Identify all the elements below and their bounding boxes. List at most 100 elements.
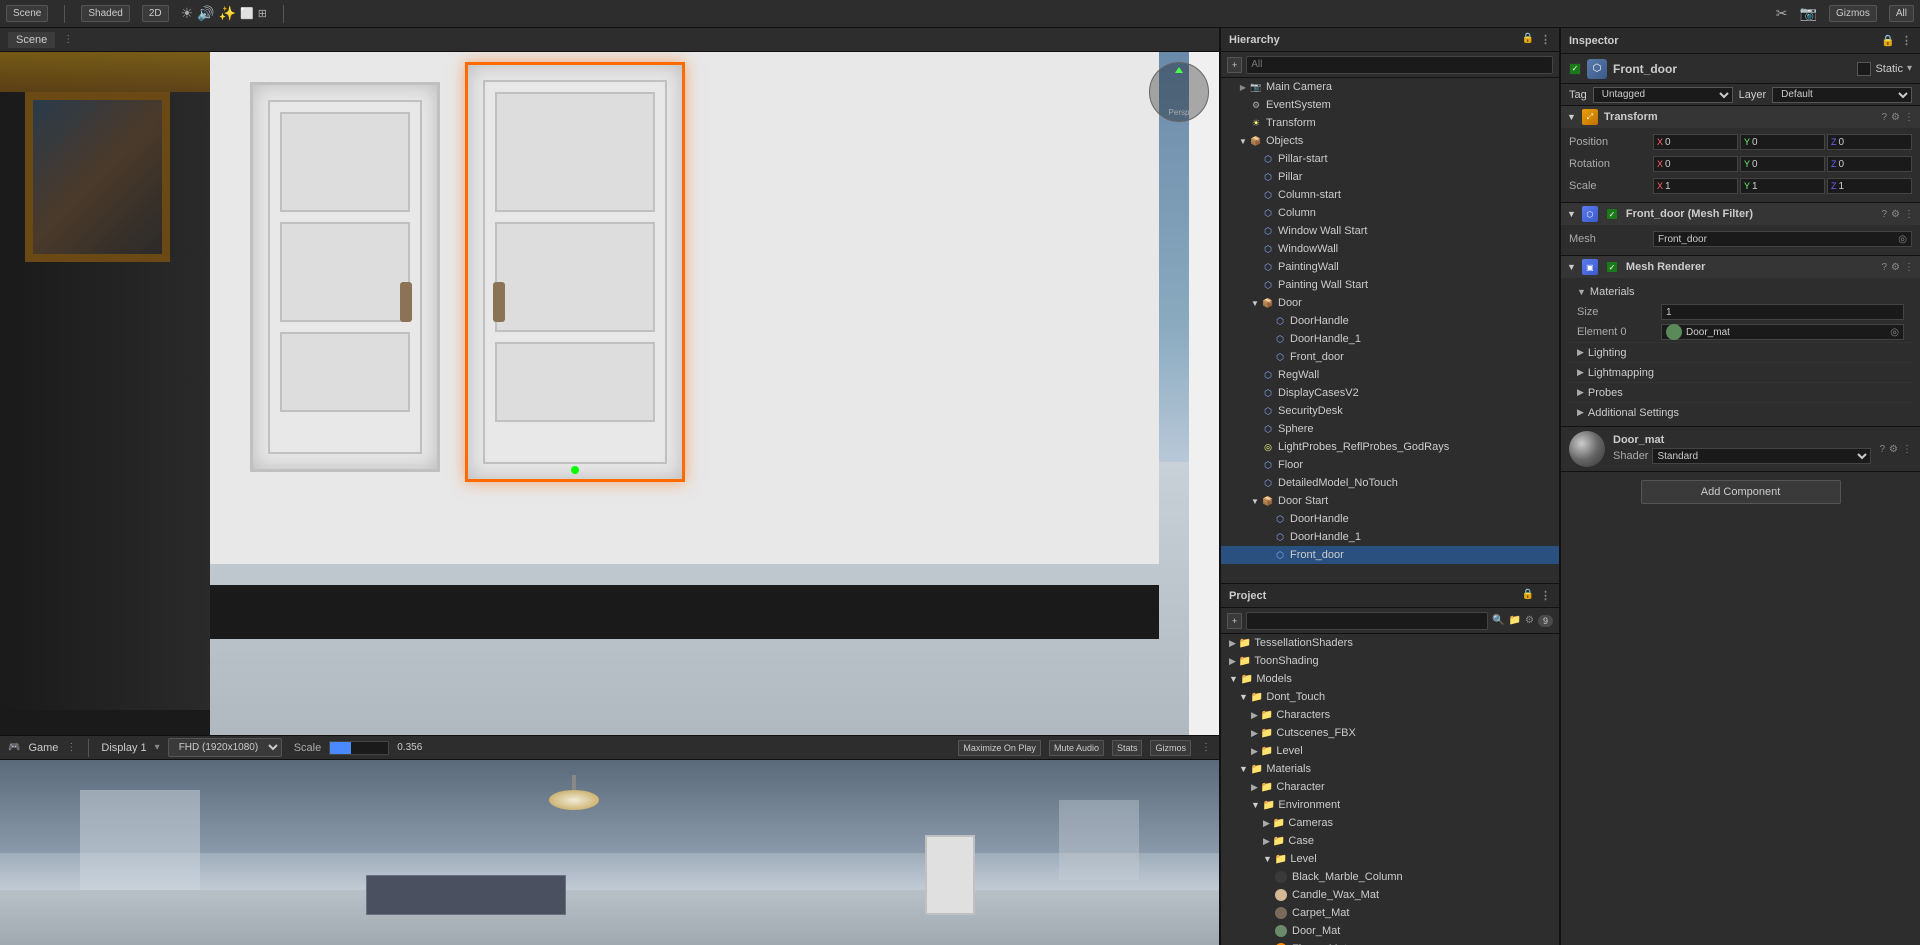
inspector-menu-icon[interactable]: ⋮ [1901, 34, 1912, 47]
hierarchy-content[interactable]: ▶ 📷 Main Camera ⚙ EventSystem ☀ Transfor… [1221, 78, 1559, 583]
lighting-icon[interactable]: ☀ [181, 5, 194, 22]
lighting-section-row[interactable]: ▶ Lighting [1569, 342, 1912, 362]
hierarchy-item-lightprobes[interactable]: ◎ LightProbes_ReflProbes_GodRays [1221, 438, 1559, 456]
gizmos-game-btn[interactable]: Gizmos [1150, 740, 1191, 756]
project-item-toonshading[interactable]: ▶ 📁 ToonShading [1221, 652, 1559, 670]
hierarchy-item-pillar-start[interactable]: ⬡ Pillar-start [1221, 150, 1559, 168]
lightmapping-section-row[interactable]: ▶ Lightmapping [1569, 362, 1912, 382]
materials-section-header[interactable]: ▼ Materials [1569, 282, 1912, 302]
add-component-btn[interactable]: Add Component [1641, 480, 1841, 504]
project-item-dont-touch[interactable]: ▼ 📁 Dont_Touch [1221, 688, 1559, 706]
hierarchy-item-eventsystem[interactable]: ⚙ EventSystem [1221, 96, 1559, 114]
stats-btn[interactable]: Stats [1112, 740, 1143, 756]
scale-z-field[interactable]: Z 1 [1827, 178, 1912, 194]
material-settings-btn[interactable]: ⚙ [1889, 444, 1898, 455]
scale-x-field[interactable]: X 1 [1653, 178, 1738, 194]
project-search[interactable] [1246, 612, 1488, 630]
transform-menu-btn[interactable]: ⋮ [1904, 112, 1914, 123]
material-info-btn[interactable]: ? [1879, 444, 1885, 455]
project-item-environment[interactable]: ▼ 📁 Environment [1221, 796, 1559, 814]
hierarchy-item-regwall[interactable]: ⬡ RegWall [1221, 366, 1559, 384]
project-content[interactable]: ▶ 📁 TessellationShaders ▶ 📁 ToonShading … [1221, 634, 1559, 945]
mesh-renderer-header[interactable]: ▼ ▣ ✓ Mesh Renderer ? ⚙ ⋮ [1561, 256, 1920, 278]
rot-x-field[interactable]: X 0 [1653, 156, 1738, 172]
project-lock-icon[interactable]: 🔒 [1522, 589, 1534, 602]
pos-y-field[interactable]: Y 0 [1740, 134, 1825, 150]
static-checkbox-input[interactable] [1857, 62, 1871, 76]
object-name[interactable]: Front_door [1613, 62, 1851, 76]
hierarchy-item-doorhandle_1-2[interactable]: ⬡ DoorHandle_1 [1221, 528, 1559, 546]
hierarchy-item-window-wall-start[interactable]: ⬡ Window Wall Start [1221, 222, 1559, 240]
hierarchy-item-windowwall[interactable]: ⬡ WindowWall [1221, 240, 1559, 258]
scale-y-field[interactable]: Y 1 [1740, 178, 1825, 194]
mesh-filter-header[interactable]: ▼ ⬡ ✓ Front_door (Mesh Filter) ? ⚙ ⋮ [1561, 203, 1920, 225]
scene-view-icon[interactable]: ⬜ [240, 7, 254, 20]
hierarchy-item-front_door-selected[interactable]: ⬡ Front_door [1221, 546, 1559, 564]
material-menu-btn[interactable]: ⋮ [1902, 444, 1912, 455]
project-item-models[interactable]: ▼ 📁 Models [1221, 670, 1559, 688]
hierarchy-item-door-start[interactable]: ▼ 📦 Door Start [1221, 492, 1559, 510]
mesh-filter-enabled[interactable]: ✓ [1606, 208, 1618, 220]
hierarchy-item-doorhandle_1-1[interactable]: ⬡ DoorHandle_1 [1221, 330, 1559, 348]
hierarchy-item-floor[interactable]: ⬡ Floor [1221, 456, 1559, 474]
transform-header[interactable]: ▼ ⤢ Transform ? ⚙ ⋮ [1561, 106, 1920, 128]
fx-icon[interactable]: ✨ [219, 5, 236, 22]
hierarchy-search[interactable] [1246, 56, 1553, 74]
hierarchy-item-sphere[interactable]: ⬡ Sphere [1221, 420, 1559, 438]
mesh-filter-menu-btn[interactable]: ⋮ [1904, 209, 1914, 220]
gizmos-btn[interactable]: Gizmos [1829, 5, 1877, 22]
transform-info-btn[interactable]: ? [1881, 112, 1887, 123]
grid-icon[interactable]: ⊞ [258, 7, 267, 20]
object-enabled-checkbox[interactable]: ✓ [1569, 63, 1581, 75]
scale-slider[interactable] [329, 741, 389, 755]
door-left[interactable] [250, 82, 440, 472]
camera-icon[interactable]: 📷 [1800, 5, 1817, 22]
project-item-door-mat[interactable]: Door_Mat [1221, 922, 1559, 940]
shading-btn[interactable]: Shaded [81, 5, 129, 22]
tag-select[interactable]: Untagged [1593, 87, 1733, 103]
maximize-on-play-btn[interactable]: Maximize On Play [958, 740, 1041, 756]
hierarchy-item-displaycasesv2[interactable]: ⬡ DisplayCasesV2 [1221, 384, 1559, 402]
project-search-icon[interactable]: 🔍 [1492, 615, 1504, 626]
hierarchy-lock-icon[interactable]: 🔒 [1522, 33, 1534, 46]
all-btn[interactable]: All [1889, 5, 1914, 22]
project-item-character-mat[interactable]: ▶ 📁 Character [1221, 778, 1559, 796]
hierarchy-item-objects[interactable]: ▼ 📦 Objects [1221, 132, 1559, 150]
hierarchy-item-securitydesk[interactable]: ⬡ SecurityDesk [1221, 402, 1559, 420]
mesh-renderer-menu-btn[interactable]: ⋮ [1904, 262, 1914, 273]
play-icon[interactable]: ✂ [1776, 5, 1788, 22]
project-item-cutscenes-fbx[interactable]: ▶ 📁 Cutscenes_FBX [1221, 724, 1559, 742]
hierarchy-item-pillar[interactable]: ⬡ Pillar [1221, 168, 1559, 186]
hierarchy-item-door[interactable]: ▼ 📦 Door [1221, 294, 1559, 312]
project-settings-icon[interactable]: ⚙ [1525, 615, 1534, 626]
resolution-select[interactable]: FHD (1920x1080) [168, 738, 282, 757]
pos-x-field[interactable]: X 0 [1653, 134, 1738, 150]
project-item-level-env[interactable]: ▼ 📁 Level [1221, 850, 1559, 868]
hierarchy-item-front_door-1[interactable]: ⬡ Front_door [1221, 348, 1559, 366]
scene-viewport[interactable]: Persp [0, 52, 1219, 735]
element-field[interactable]: Door_mat ◎ [1661, 324, 1904, 340]
audio-icon[interactable]: 🔊 [197, 5, 214, 22]
scene-more-btn[interactable]: ⋮ [63, 34, 73, 45]
mute-audio-btn[interactable]: Mute Audio [1049, 740, 1104, 756]
project-item-flame[interactable]: Flame_Mat [1221, 940, 1559, 945]
door-right-selected[interactable] [465, 62, 685, 482]
project-item-materials[interactable]: ▼ 📁 Materials [1221, 760, 1559, 778]
hierarchy-item-column-start[interactable]: ⬡ Column-start [1221, 186, 1559, 204]
project-item-cameras[interactable]: ▶ 📁 Cameras [1221, 814, 1559, 832]
hierarchy-item-doorhandle-1[interactable]: ⬡ DoorHandle [1221, 312, 1559, 330]
project-folder-icon[interactable]: 📁 [1509, 615, 1521, 626]
mesh-renderer-settings-btn[interactable]: ⚙ [1891, 262, 1900, 273]
additional-settings-row[interactable]: ▶ Additional Settings [1569, 402, 1912, 422]
game-tab[interactable]: Game [28, 742, 58, 754]
rot-z-field[interactable]: Z 0 [1827, 156, 1912, 172]
project-item-tessellationshaders[interactable]: ▶ 📁 TessellationShaders [1221, 634, 1559, 652]
project-item-candle-wax[interactable]: Candle_Wax_Mat [1221, 886, 1559, 904]
inspector-lock-icon[interactable]: 🔒 [1881, 34, 1895, 47]
hierarchy-menu-icon[interactable]: ⋮ [1540, 33, 1551, 46]
hierarchy-item-painting-wall-start[interactable]: ⬡ Painting Wall Start [1221, 276, 1559, 294]
display-arrow[interactable]: ▾ [155, 742, 160, 753]
mesh-value-field[interactable]: Front_door ◎ [1653, 231, 1912, 247]
project-item-level[interactable]: ▶ 📁 Level [1221, 742, 1559, 760]
pos-z-field[interactable]: Z 0 [1827, 134, 1912, 150]
